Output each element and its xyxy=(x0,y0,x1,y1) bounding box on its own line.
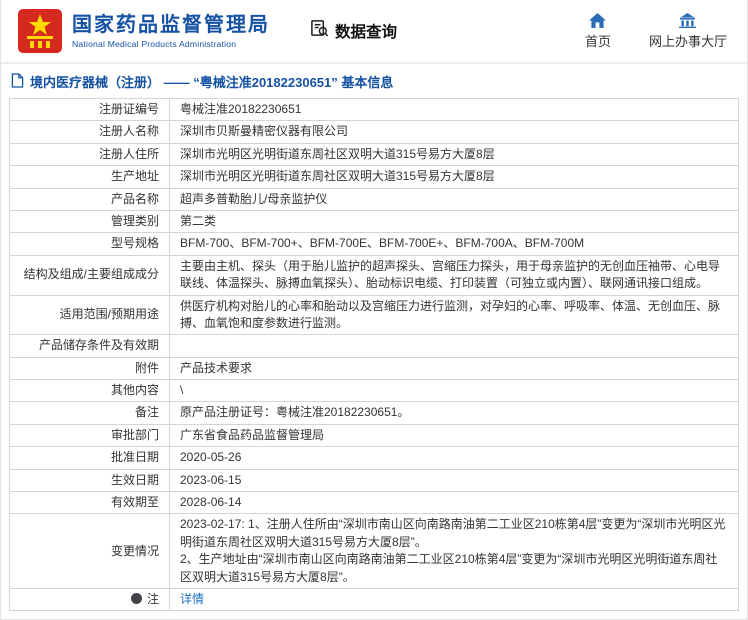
data-query-title: 数据查询 xyxy=(310,19,397,43)
table-row: 生产地址深圳市光明区光明街道东周社区双明大道315号易方大厦8层 xyxy=(10,166,739,188)
page: 国家药品监督管理局 National Medical Products Admi… xyxy=(0,0,748,620)
table-row: 附件产品技术要求 xyxy=(10,357,739,379)
nmpa-brand[interactable]: 国家药品监督管理局 National Medical Products Admi… xyxy=(17,8,270,54)
field-label: 附件 xyxy=(10,357,170,379)
nav-home[interactable]: 首页 xyxy=(585,12,611,50)
field-label: 备注 xyxy=(10,402,170,424)
field-value: 供医疗机构对胎儿的心率和胎动以及宫缩压力进行监测，对孕妇的心率、呼吸率、体温、无… xyxy=(170,295,739,335)
agency-name-cn: 国家药品监督管理局 xyxy=(72,14,270,37)
document-icon xyxy=(11,73,24,91)
field-value: 深圳市光明区光明街道东周社区双明大道315号易方大厦8层 xyxy=(170,166,739,188)
field-value: 主要由主机、探头（用于胎儿监护的超声探头、宫缩压力探头，用于母亲监护的无创血压袖… xyxy=(170,255,739,295)
nav-service-hall-label: 网上办事大厅 xyxy=(649,31,727,50)
field-value: 2020-05-26 xyxy=(170,447,739,469)
field-label: 注册人名称 xyxy=(10,121,170,143)
agency-name-en: National Medical Products Administration xyxy=(72,39,270,49)
field-value: 2028-06-14 xyxy=(170,492,739,514)
service-hall-icon xyxy=(679,12,696,28)
table-row: 注册人名称深圳市贝斯曼精密仪器有限公司 xyxy=(10,121,739,143)
home-icon xyxy=(589,12,606,28)
table-row: 审批部门广东省食品药品监督管理局 xyxy=(10,424,739,446)
field-value xyxy=(170,335,739,357)
field-label: 注册证编号 xyxy=(10,99,170,121)
field-value: 详情 xyxy=(170,588,739,610)
field-label: 有效期至 xyxy=(10,492,170,514)
top-nav: 首页 网上办事大厅 xyxy=(585,12,727,50)
field-label: 批准日期 xyxy=(10,447,170,469)
registration-info-table: 注册证编号粤械注准20182230651 注册人名称深圳市贝斯曼精密仪器有限公司… xyxy=(9,98,739,611)
field-value: \ xyxy=(170,380,739,402)
table-row: 其他内容\ xyxy=(10,380,739,402)
field-value: 产品技术要求 xyxy=(170,357,739,379)
note-label: 注 xyxy=(147,592,159,606)
field-value: 第二类 xyxy=(170,210,739,232)
table-row: 适用范围/预期用途供医疗机构对胎儿的心率和胎动以及宫缩压力进行监测，对孕妇的心率… xyxy=(10,295,739,335)
field-value: 原产品注册证号：粤械注准20182230651。 xyxy=(170,402,739,424)
table-row: 有效期至2028-06-14 xyxy=(10,492,739,514)
nav-home-label: 首页 xyxy=(585,31,611,50)
field-value: 2023-06-15 xyxy=(170,469,739,491)
data-query-label: 数据查询 xyxy=(335,20,397,42)
table-row: 批准日期2020-05-26 xyxy=(10,447,739,469)
table-row: 备注原产品注册证号：粤械注准20182230651。 xyxy=(10,402,739,424)
field-label: 注册人住所 xyxy=(10,143,170,165)
field-label: 生产地址 xyxy=(10,166,170,188)
data-query-icon xyxy=(310,19,329,43)
table-row: 生效日期2023-06-15 xyxy=(10,469,739,491)
table-row: 型号规格BFM-700、BFM-700+、BFM-700E、BFM-700E+、… xyxy=(10,233,739,255)
field-label: 产品名称 xyxy=(10,188,170,210)
table-row: 结构及组成/主要组成成分主要由主机、探头（用于胎儿监护的超声探头、宫缩压力探头，… xyxy=(10,255,739,295)
field-label: 审批部门 xyxy=(10,424,170,446)
field-label: 产品储存条件及有效期 xyxy=(10,335,170,357)
field-value: 广东省食品药品监督管理局 xyxy=(170,424,739,446)
field-label: 生效日期 xyxy=(10,469,170,491)
field-value: 深圳市光明区光明街道东周社区双明大道315号易方大厦8层 xyxy=(170,143,739,165)
site-header: 国家药品监督管理局 National Medical Products Admi… xyxy=(1,0,747,64)
field-label: 适用范围/预期用途 xyxy=(10,295,170,335)
breadcrumb: 境内医疗器械（注册） —— “粤械注准20182230651” 基本信息 xyxy=(1,64,747,98)
table-row: 管理类别第二类 xyxy=(10,210,739,232)
table-row: 产品储存条件及有效期 xyxy=(10,335,739,357)
table-row-note: 注 详情 xyxy=(10,588,739,610)
field-label: 注 xyxy=(10,588,170,610)
details-link[interactable]: 详情 xyxy=(180,592,204,606)
field-value: BFM-700、BFM-700+、BFM-700E、BFM-700E+、BFM-… xyxy=(170,233,739,255)
field-label: 管理类别 xyxy=(10,210,170,232)
field-value: 粤械注准20182230651 xyxy=(170,99,739,121)
field-label: 变更情况 xyxy=(10,514,170,589)
table-row: 注册人住所深圳市光明区光明街道东周社区双明大道315号易方大厦8层 xyxy=(10,143,739,165)
nav-service-hall[interactable]: 网上办事大厅 xyxy=(649,12,727,50)
field-value: 超声多普勒胎儿/母亲监护仪 xyxy=(170,188,739,210)
national-emblem-icon xyxy=(17,8,63,54)
table-row: 注册证编号粤械注准20182230651 xyxy=(10,99,739,121)
brand-text: 国家药品监督管理局 National Medical Products Admi… xyxy=(72,14,270,49)
breadcrumb-text: 境内医疗器械（注册） —— “粤械注准20182230651” 基本信息 xyxy=(30,72,393,91)
field-label: 其他内容 xyxy=(10,380,170,402)
table-row: 产品名称超声多普勒胎儿/母亲监护仪 xyxy=(10,188,739,210)
field-label: 结构及组成/主要组成成分 xyxy=(10,255,170,295)
field-value: 2023-02-17: 1、注册人住所由“深圳市南山区向南路南油第二工业区210… xyxy=(170,514,739,589)
table-row: 变更情况2023-02-17: 1、注册人住所由“深圳市南山区向南路南油第二工业… xyxy=(10,514,739,589)
note-icon xyxy=(131,593,142,604)
field-value: 深圳市贝斯曼精密仪器有限公司 xyxy=(170,121,739,143)
field-label: 型号规格 xyxy=(10,233,170,255)
